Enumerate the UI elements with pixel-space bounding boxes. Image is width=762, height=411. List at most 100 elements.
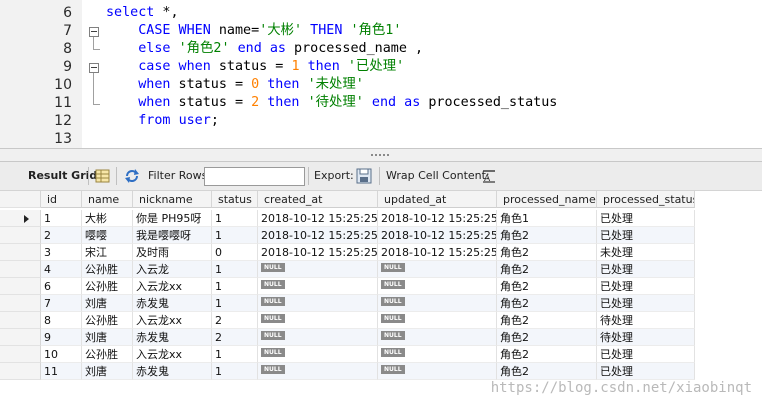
column-header-name[interactable]: name bbox=[82, 191, 133, 208]
cell-processed-status[interactable]: 已处理 bbox=[597, 346, 695, 363]
cell-nickname[interactable]: 入云龙xx bbox=[133, 312, 212, 329]
result-grid[interactable]: id name nickname status created_at updated_at… bbox=[0, 191, 762, 411]
table-row[interactable]: 3 宋江 及时雨 0 2018-10-12 15:25:25 2018-10-12 15:… bbox=[0, 244, 700, 261]
row-indicator[interactable] bbox=[0, 244, 41, 261]
cell-id[interactable]: 9 bbox=[41, 329, 82, 346]
cell-status[interactable]: 0 bbox=[212, 244, 258, 261]
cell-processed-name[interactable]: 角色2 bbox=[497, 312, 597, 329]
cell-processed-name[interactable]: 角色2 bbox=[497, 261, 597, 278]
cell-processed-status[interactable]: 待处理 bbox=[597, 329, 695, 346]
table-row[interactable]: 9 刘唐 赤发鬼 2 NULL NULL 角色2 待处理 bbox=[0, 329, 700, 346]
cell-updated-at[interactable]: 2018-10-12 15:25:25 bbox=[378, 227, 497, 244]
cell-name[interactable]: 公孙胜 bbox=[82, 278, 133, 295]
cell-created-at[interactable]: 2018-10-12 15:25:25 bbox=[258, 210, 378, 227]
cell-processed-name[interactable]: 角色2 bbox=[497, 227, 597, 244]
cell-processed-status[interactable]: 已处理 bbox=[597, 363, 695, 380]
cell-updated-at[interactable]: 2018-10-12 15:25:25 bbox=[378, 244, 497, 261]
cell-updated-at[interactable]: NULL bbox=[378, 278, 497, 295]
cell-created-at[interactable]: NULL bbox=[258, 363, 378, 380]
table-row[interactable]: 11 刘唐 赤发鬼 1 NULL NULL 角色2 已处理 bbox=[0, 363, 700, 380]
cell-processed-status[interactable]: 已处理 bbox=[597, 261, 695, 278]
cell-id[interactable]: 1 bbox=[41, 210, 82, 227]
cell-status[interactable]: 1 bbox=[212, 346, 258, 363]
table-row[interactable]: 6 公孙胜 入云龙xx 1 NULL NULL 角色2 已处理 bbox=[0, 278, 700, 295]
code-line[interactable]: 11 when status = 2 then '待处理' end as pro… bbox=[0, 94, 762, 112]
row-indicator[interactable] bbox=[0, 312, 41, 329]
cell-updated-at[interactable]: NULL bbox=[378, 329, 497, 346]
cell-name[interactable]: 刘唐 bbox=[82, 363, 133, 380]
cell-name[interactable]: 刘唐 bbox=[82, 295, 133, 312]
cell-name[interactable]: 宋江 bbox=[82, 244, 133, 261]
cell-name[interactable]: 刘唐 bbox=[82, 329, 133, 346]
cell-created-at[interactable]: NULL bbox=[258, 312, 378, 329]
cell-name[interactable]: 公孙胜 bbox=[82, 261, 133, 278]
cell-processed-name[interactable]: 角色2 bbox=[497, 278, 597, 295]
code-line[interactable]: 7 CASE WHEN name='大彬' THEN '角色1' bbox=[0, 22, 762, 40]
row-indicator[interactable] bbox=[0, 278, 41, 295]
cell-status[interactable]: 1 bbox=[212, 261, 258, 278]
cell-created-at[interactable]: NULL bbox=[258, 278, 378, 295]
row-indicator[interactable] bbox=[0, 346, 41, 363]
row-indicator[interactable] bbox=[0, 363, 41, 380]
cell-nickname[interactable]: 及时雨 bbox=[133, 244, 212, 261]
grid-form-icon[interactable] bbox=[95, 168, 111, 184]
cell-updated-at[interactable]: NULL bbox=[378, 363, 497, 380]
cell-created-at[interactable]: NULL bbox=[258, 295, 378, 312]
cell-processed-status[interactable]: 未处理 bbox=[597, 244, 695, 261]
table-row[interactable]: 8 公孙胜 入云龙xx 2 NULL NULL 角色2 待处理 bbox=[0, 312, 700, 329]
code-line[interactable]: 6 select *, bbox=[0, 4, 762, 22]
cell-nickname[interactable]: 赤发鬼 bbox=[133, 363, 212, 380]
row-indicator[interactable] bbox=[0, 329, 41, 346]
cell-processed-status[interactable]: 待处理 bbox=[597, 312, 695, 329]
cell-processed-status[interactable]: 已处理 bbox=[597, 227, 695, 244]
column-header-updated-at[interactable]: updated_at bbox=[378, 191, 497, 208]
export-icon[interactable] bbox=[356, 168, 372, 184]
fold-toggle-icon[interactable] bbox=[89, 63, 99, 73]
table-row[interactable]: 7 刘唐 赤发鬼 1 NULL NULL 角色2 已处理 bbox=[0, 295, 700, 312]
cell-nickname[interactable]: 我是嘤嘤呀 bbox=[133, 227, 212, 244]
cell-status[interactable]: 2 bbox=[212, 329, 258, 346]
table-row[interactable]: 4 公孙胜 入云龙 1 NULL NULL 角色2 已处理 bbox=[0, 261, 700, 278]
cell-name[interactable]: 公孙胜 bbox=[82, 346, 133, 363]
cell-id[interactable]: 6 bbox=[41, 278, 82, 295]
cell-nickname[interactable]: 入云龙xx bbox=[133, 278, 212, 295]
cell-processed-name[interactable]: 角色2 bbox=[497, 244, 597, 261]
row-indicator[interactable] bbox=[0, 261, 41, 278]
cell-updated-at[interactable]: NULL bbox=[378, 295, 497, 312]
cell-name[interactable]: 大彬 bbox=[82, 210, 133, 227]
cell-created-at[interactable]: 2018-10-12 15:25:25 bbox=[258, 244, 378, 261]
cell-updated-at[interactable]: NULL bbox=[378, 346, 497, 363]
table-row[interactable]: 2 嘤嘤 我是嘤嘤呀 1 2018-10-12 15:25:25 2018-10-12 1… bbox=[0, 227, 700, 244]
code-line[interactable]: 9 case when status = 1 then '已处理' bbox=[0, 58, 762, 76]
cell-created-at[interactable]: NULL bbox=[258, 346, 378, 363]
code-line[interactable]: 8 else '角色2' end as processed_name , bbox=[0, 40, 762, 58]
cell-created-at[interactable]: 2018-10-12 15:25:25 bbox=[258, 227, 378, 244]
row-indicator[interactable] bbox=[0, 295, 41, 312]
cell-status[interactable]: 1 bbox=[212, 278, 258, 295]
cell-processed-name[interactable]: 角色2 bbox=[497, 363, 597, 380]
fold-toggle-icon[interactable] bbox=[89, 27, 99, 37]
cell-id[interactable]: 7 bbox=[41, 295, 82, 312]
cell-processed-name[interactable]: 角色2 bbox=[497, 295, 597, 312]
cell-updated-at[interactable]: 2018-10-12 15:25:25 bbox=[378, 210, 497, 227]
table-row[interactable]: 1 大彬 你是 PH95呀 1 2018-10-12 15:25:25 2018-10-1… bbox=[0, 210, 700, 227]
cell-processed-name[interactable]: 角色2 bbox=[497, 329, 597, 346]
cell-processed-status[interactable]: 已处理 bbox=[597, 210, 695, 227]
cell-nickname[interactable]: 入云龙 bbox=[133, 261, 212, 278]
refresh-icon[interactable] bbox=[124, 168, 140, 184]
table-row[interactable]: 10 公孙胜 入云龙xx 1 NULL NULL 角色2 已处理 bbox=[0, 346, 700, 363]
cell-id[interactable]: 10 bbox=[41, 346, 82, 363]
cell-status[interactable]: 2 bbox=[212, 312, 258, 329]
result-grid-tab[interactable]: Result Grid bbox=[28, 162, 97, 190]
cell-id[interactable]: 4 bbox=[41, 261, 82, 278]
column-header-processed-name[interactable]: processed_name bbox=[497, 191, 597, 208]
column-header-id[interactable]: id bbox=[41, 191, 82, 208]
cell-id[interactable]: 3 bbox=[41, 244, 82, 261]
code-line[interactable]: 12 from user; bbox=[0, 112, 762, 130]
cell-processed-name[interactable]: 角色1 bbox=[497, 210, 597, 227]
column-header-nickname[interactable]: nickname bbox=[133, 191, 212, 208]
cell-status[interactable]: 1 bbox=[212, 363, 258, 380]
cell-nickname[interactable]: 你是 PH95呀 bbox=[133, 210, 212, 227]
cell-status[interactable]: 1 bbox=[212, 227, 258, 244]
cell-nickname[interactable]: 赤发鬼 bbox=[133, 295, 212, 312]
